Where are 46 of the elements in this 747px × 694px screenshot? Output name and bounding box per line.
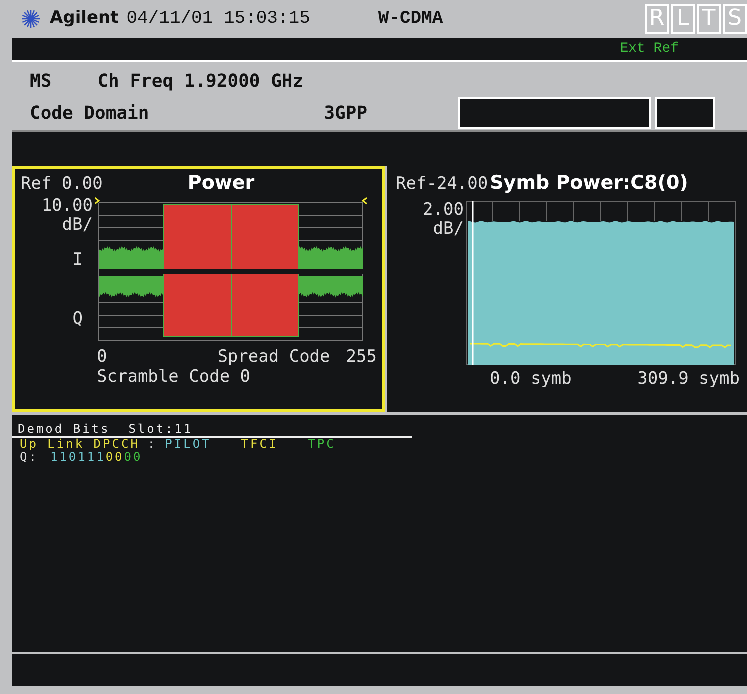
mode-name: W-CDMA <box>378 8 444 30</box>
status-indicator: T <box>697 4 721 34</box>
axis-start-label: 0 <box>97 347 108 367</box>
status-indicator: R <box>645 4 669 34</box>
chart-title: Symb Power:C8(0) <box>490 170 688 196</box>
standard-label: 3GPP <box>324 102 368 126</box>
marker-icon <box>362 197 367 205</box>
noise-floor-trace <box>99 276 165 298</box>
status-indicator: L <box>671 4 695 34</box>
axis-end-label: 309.9 symb <box>638 368 740 391</box>
legend-label: PILOT <box>165 438 212 451</box>
readout-box <box>654 97 715 129</box>
starburst-logo-icon <box>20 8 42 30</box>
axis-label: Q <box>72 310 83 329</box>
scale-value: 2.00 <box>423 201 464 220</box>
chart-title: Power <box>188 170 255 196</box>
mode-label: MS <box>30 70 52 94</box>
noise-floor-trace <box>99 246 165 270</box>
bit-group: 00 <box>106 451 124 464</box>
ext-ref-label: Ext Ref <box>620 40 679 58</box>
axis-end-label: 255 <box>346 347 377 367</box>
noise-floor-trace <box>297 246 363 270</box>
axis-title: Spread Code <box>218 347 330 367</box>
legend-label: TPC <box>308 438 336 451</box>
status-indicator: S <box>723 4 747 34</box>
bit-row-label: Q: <box>20 451 38 464</box>
bit-group: 00 <box>124 451 143 464</box>
axis-start-label: 0.0 symb <box>490 368 572 391</box>
demod-title: Demod Bits Slot:11 <box>12 423 412 438</box>
measurement-name: Code Domain <box>30 102 150 126</box>
date-time: 04/11/01 15:03:15 <box>126 8 310 30</box>
bit-group: 110111 <box>50 451 106 464</box>
scramble-code-label: Scramble Code 0 <box>96 367 252 387</box>
legend-label: Up Link DPCCH <box>20 438 140 451</box>
channel-frequency: Ch Freq 1.92000 GHz <box>98 70 304 94</box>
noise-floor-trace <box>297 276 363 298</box>
scale-unit: dB/ <box>62 216 93 235</box>
scale-value: 10.00 <box>42 197 93 216</box>
reference-level: Ref 0.00 <box>21 172 103 196</box>
marker-icon <box>95 197 100 205</box>
reference-level: Ref-24.00 <box>396 172 488 196</box>
brand-name: Agilent <box>50 7 119 30</box>
legend-label: TFCI <box>241 438 278 451</box>
legend-label: : <box>148 438 158 451</box>
scale-unit: dB/ <box>433 220 464 239</box>
axis-label: I <box>72 251 83 270</box>
